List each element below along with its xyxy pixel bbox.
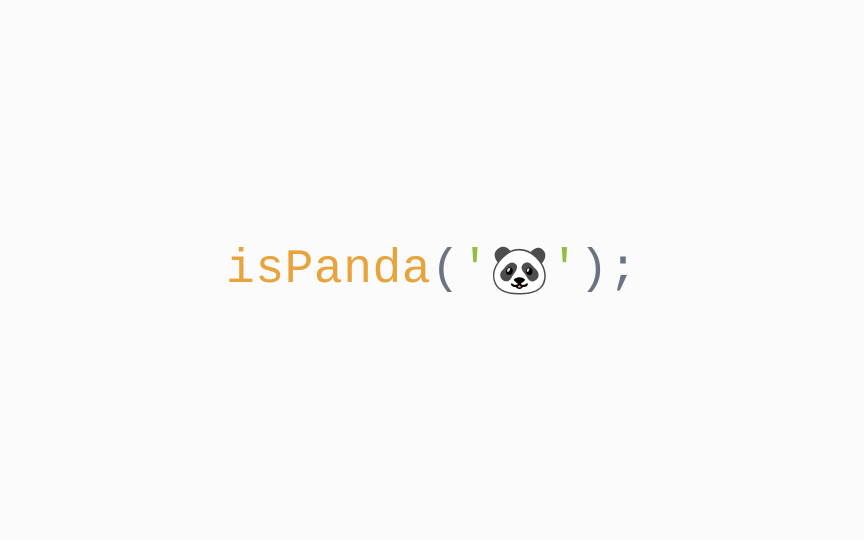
open-paren-token: ( bbox=[431, 243, 460, 297]
close-quote-token: ' bbox=[550, 243, 579, 297]
function-name-token: isPanda bbox=[226, 243, 431, 297]
open-quote-token: ' bbox=[460, 243, 489, 297]
panda-emoji: 🐼 bbox=[490, 246, 550, 294]
code-snippet: isPanda('🐼'); bbox=[226, 243, 638, 297]
close-paren-token: ) bbox=[579, 243, 608, 297]
semicolon-token: ; bbox=[609, 243, 638, 297]
